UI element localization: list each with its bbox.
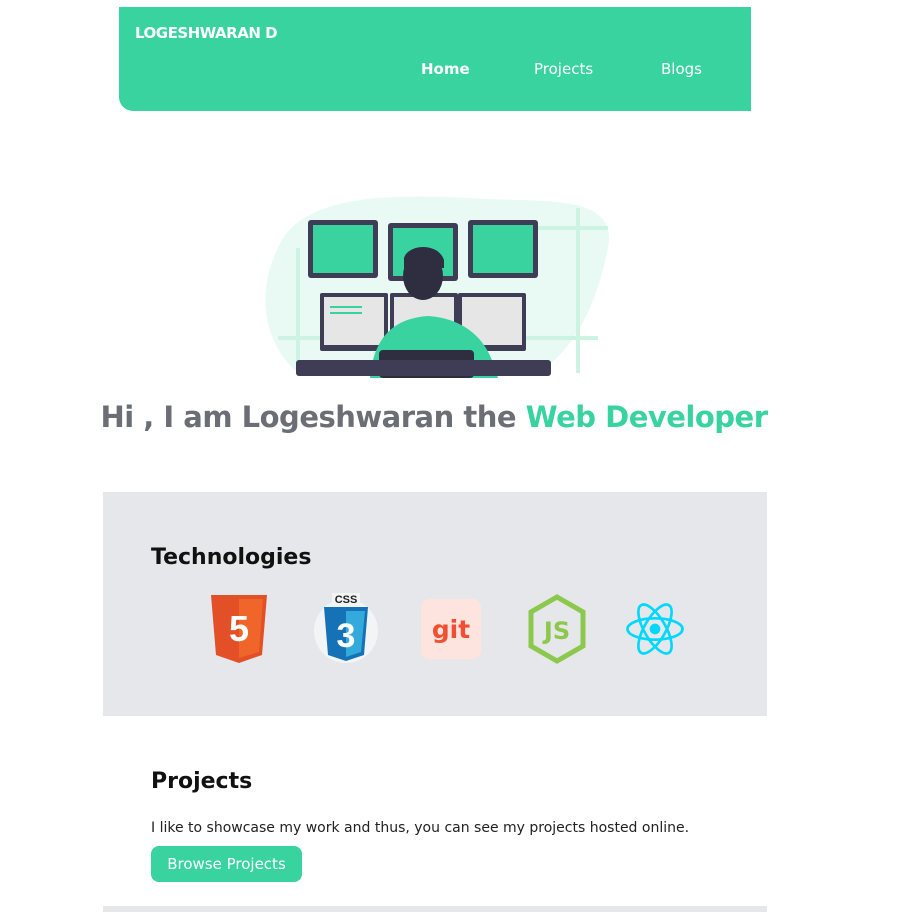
git-icon-label: git bbox=[432, 615, 470, 644]
hero-title-prefix: Hi , I am Logeshwaran the bbox=[100, 400, 526, 434]
svg-text:3: 3 bbox=[337, 617, 356, 655]
react-icon bbox=[626, 603, 684, 655]
hero-title: Hi , I am Logeshwaran the Web Developer bbox=[0, 400, 868, 434]
css3-icon-label: CSS bbox=[335, 594, 358, 606]
brand-name[interactable]: LOGESHWARAN D bbox=[135, 24, 278, 42]
desk bbox=[296, 360, 551, 376]
nav-link-home[interactable]: Home bbox=[421, 60, 470, 78]
projects-section: Projects I like to showcase my work and … bbox=[103, 716, 767, 906]
nodejs-icon: JS bbox=[528, 594, 586, 664]
projects-description: I like to showcase my work and thus, you… bbox=[151, 820, 690, 836]
developer-at-monitors-illustration bbox=[265, 196, 609, 378]
css3-icon: CSS 3 bbox=[314, 593, 378, 663]
technologies-section: Technologies 5 CSS 3 git JS bbox=[103, 492, 767, 716]
hero-title-accent: Web Developer bbox=[525, 400, 768, 434]
browse-projects-button[interactable]: Browse Projects bbox=[151, 846, 302, 882]
navbar: LOGESHWARAN D Home Projects Blogs bbox=[119, 7, 751, 111]
projects-heading: Projects bbox=[151, 769, 253, 794]
nodejs-icon-label: JS bbox=[542, 617, 570, 645]
html5-icon-label: 5 bbox=[229, 608, 249, 649]
nav-link-blogs[interactable]: Blogs bbox=[661, 60, 702, 78]
git-icon: git bbox=[420, 598, 482, 660]
html5-icon: 5 bbox=[211, 595, 267, 663]
technologies-heading: Technologies bbox=[151, 545, 312, 570]
next-section-edge bbox=[103, 906, 767, 912]
nav-link-projects[interactable]: Projects bbox=[534, 60, 593, 78]
